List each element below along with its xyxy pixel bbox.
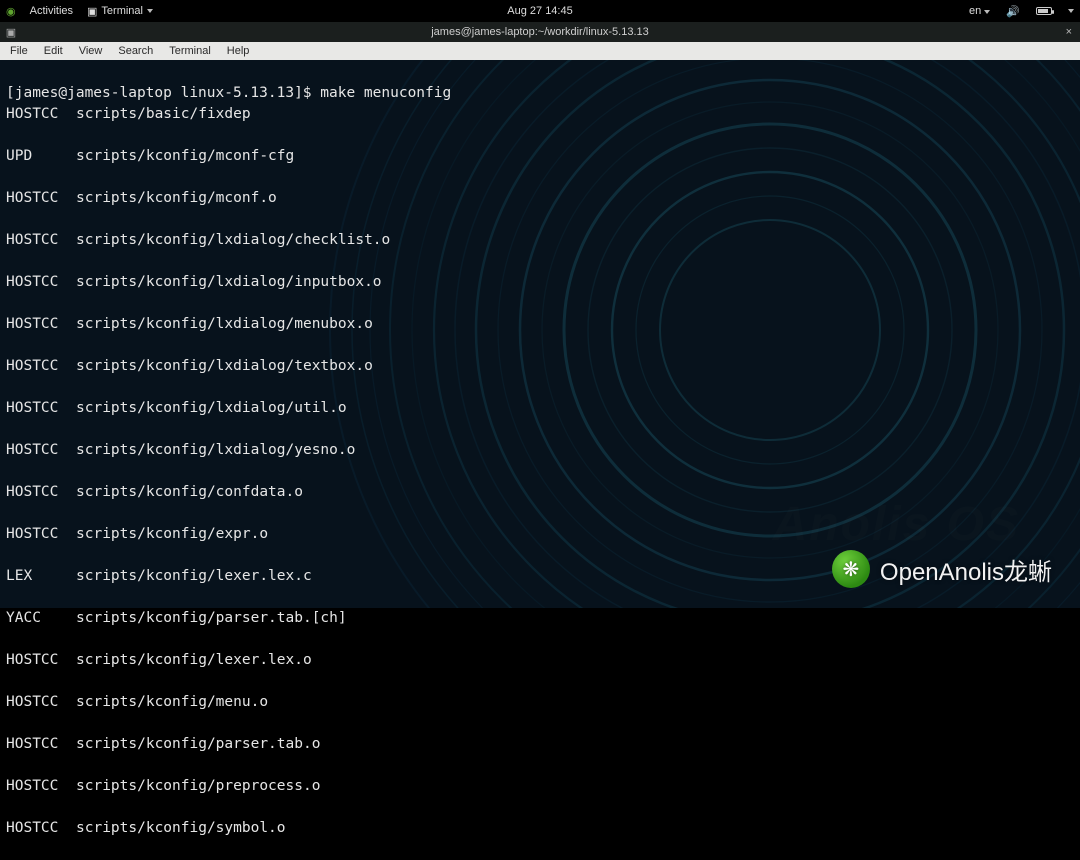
build-line: HOSTCCscripts/kconfig/mconf.o bbox=[6, 188, 1074, 209]
tool-col: HOSTCC bbox=[6, 818, 76, 839]
file-col: scripts/kconfig/lxdialog/checklist.o bbox=[76, 230, 390, 251]
file-col: scripts/kconfig/lxdialog/textbox.o bbox=[76, 356, 373, 377]
clock[interactable]: Aug 27 14:45 bbox=[507, 5, 572, 17]
appmenu-terminal[interactable]: ▣ Terminal bbox=[87, 5, 153, 18]
file-col: scripts/kconfig/parser.tab.[ch] bbox=[76, 608, 347, 629]
file-col: scripts/kconfig/preprocess.o bbox=[76, 776, 320, 797]
menu-terminal[interactable]: Terminal bbox=[163, 44, 217, 58]
menu-view[interactable]: View bbox=[73, 44, 109, 58]
file-col: scripts/kconfig/symbol.o bbox=[76, 818, 286, 839]
file-col: scripts/kconfig/parser.tab.o bbox=[76, 734, 320, 755]
wechat-icon: ❋ bbox=[832, 550, 870, 588]
tool-col: YACC bbox=[6, 608, 76, 629]
build-line: HOSTCCscripts/kconfig/lxdialog/checklist… bbox=[6, 230, 1074, 251]
build-line: HOSTCCscripts/kconfig/lexer.lex.o bbox=[6, 650, 1074, 671]
file-col: scripts/kconfig/lexer.lex.o bbox=[76, 650, 312, 671]
chevron-down-icon bbox=[984, 10, 990, 14]
volume-icon[interactable]: 🔊 bbox=[1006, 5, 1020, 18]
build-line: HOSTCCscripts/kconfig/lxdialog/inputbox.… bbox=[6, 272, 1074, 293]
tool-col: UPD bbox=[6, 146, 76, 167]
file-col: scripts/kconfig/confdata.o bbox=[76, 482, 303, 503]
tool-col: HOSTCC bbox=[6, 650, 76, 671]
lang-label: en bbox=[969, 5, 981, 17]
prompt: [james@james-laptop linux-5.13.13]$ bbox=[6, 85, 320, 101]
build-line: HOSTCCscripts/basic/fixdep bbox=[6, 104, 1074, 125]
build-line: HOSTCCscripts/kconfig/preprocess.o bbox=[6, 776, 1074, 797]
prompt-line: [james@james-laptop linux-5.13.13]$ make… bbox=[6, 85, 451, 101]
file-col: scripts/kconfig/expr.o bbox=[76, 524, 268, 545]
build-line: HOSTCCscripts/kconfig/lxdialog/textbox.o bbox=[6, 356, 1074, 377]
tool-col: HOSTCC bbox=[6, 188, 76, 209]
tool-col: HOSTCC bbox=[6, 398, 76, 419]
menu-help[interactable]: Help bbox=[221, 44, 256, 58]
build-line: UPDscripts/kconfig/mconf-cfg bbox=[6, 146, 1074, 167]
build-line: HOSTCCscripts/kconfig/lxdialog/util.o bbox=[6, 398, 1074, 419]
file-col: scripts/kconfig/lxdialog/yesno.o bbox=[76, 440, 355, 461]
watermark-text: OpenAnolis龙蜥 bbox=[880, 552, 1052, 587]
command: make menuconfig bbox=[320, 85, 451, 101]
build-line: HOSTCCscripts/kconfig/menu.o bbox=[6, 692, 1074, 713]
battery-icon[interactable] bbox=[1036, 7, 1052, 15]
file-col: scripts/basic/fixdep bbox=[76, 104, 251, 125]
appmenu-label: Terminal bbox=[101, 5, 143, 17]
menu-edit[interactable]: Edit bbox=[38, 44, 69, 58]
tool-col: HOSTCC bbox=[6, 272, 76, 293]
watermark: ❋ OpenAnolis龙蜥 bbox=[832, 550, 1052, 588]
file-col: scripts/kconfig/mconf-cfg bbox=[76, 146, 294, 167]
file-col: scripts/kconfig/lxdialog/inputbox.o bbox=[76, 272, 382, 293]
build-line: HOSTCCscripts/kconfig/lxdialog/yesno.o bbox=[6, 440, 1074, 461]
file-col: scripts/kconfig/lexer.lex.c bbox=[76, 566, 312, 587]
build-line: HOSTCCscripts/kconfig/lxdialog/menubox.o bbox=[6, 314, 1074, 335]
file-col: scripts/kconfig/lxdialog/menubox.o bbox=[76, 314, 373, 335]
tool-col: HOSTCC bbox=[6, 230, 76, 251]
tool-col: HOSTCC bbox=[6, 734, 76, 755]
chevron-down-icon bbox=[147, 9, 153, 13]
gnome-top-bar: ◉ Activities ▣ Terminal Aug 27 14:45 en … bbox=[0, 0, 1080, 22]
file-col: scripts/kconfig/mconf.o bbox=[76, 188, 277, 209]
build-line: HOSTCCscripts/kconfig/expr.o bbox=[6, 524, 1074, 545]
chevron-down-icon[interactable] bbox=[1068, 9, 1074, 13]
tool-col: HOSTCC bbox=[6, 314, 76, 335]
gnome-foot-icon: ◉ bbox=[6, 5, 16, 18]
terminal-output[interactable]: [james@james-laptop linux-5.13.13]$ make… bbox=[0, 60, 1080, 608]
tool-col: HOSTCC bbox=[6, 104, 76, 125]
window-title-bar: ▣ james@james-laptop:~/workdir/linux-5.1… bbox=[0, 22, 1080, 42]
terminal-icon: ▣ bbox=[87, 5, 97, 18]
tool-col: LEX bbox=[6, 566, 76, 587]
file-col: scripts/kconfig/menu.o bbox=[76, 692, 268, 713]
tool-col: HOSTCC bbox=[6, 440, 76, 461]
build-line: HOSTCCscripts/kconfig/symbol.o bbox=[6, 818, 1074, 839]
input-language[interactable]: en bbox=[969, 5, 990, 17]
tab-icon: ▣ bbox=[0, 26, 22, 39]
tool-col: HOSTCC bbox=[6, 356, 76, 377]
activities-button[interactable]: Activities bbox=[30, 5, 73, 17]
tool-col: HOSTCC bbox=[6, 524, 76, 545]
tool-col: HOSTCC bbox=[6, 692, 76, 713]
build-line: YACCscripts/kconfig/parser.tab.[ch] bbox=[6, 608, 1074, 629]
menu-file[interactable]: File bbox=[4, 44, 34, 58]
build-line: HOSTCCscripts/kconfig/confdata.o bbox=[6, 482, 1074, 503]
file-col: scripts/kconfig/lxdialog/util.o bbox=[76, 398, 347, 419]
terminal-menu-bar: File Edit View Search Terminal Help bbox=[0, 42, 1080, 60]
window-title: james@james-laptop:~/workdir/linux-5.13.… bbox=[431, 26, 649, 38]
menu-search[interactable]: Search bbox=[112, 44, 159, 58]
tool-col: HOSTCC bbox=[6, 776, 76, 797]
close-button[interactable]: × bbox=[1058, 26, 1080, 38]
build-line: HOSTCCscripts/kconfig/parser.tab.o bbox=[6, 734, 1074, 755]
tool-col: HOSTCC bbox=[6, 482, 76, 503]
